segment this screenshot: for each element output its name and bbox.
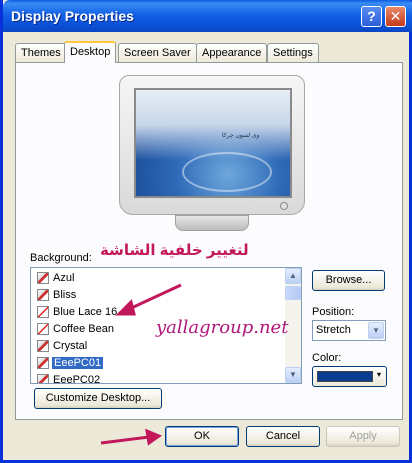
- power-led-icon: [280, 202, 288, 210]
- color-picker-button[interactable]: ▾: [312, 366, 387, 387]
- scroll-up-button[interactable]: ▲: [285, 268, 301, 284]
- preview-screen: وی لسون چرکا: [134, 88, 292, 198]
- arabic-annotation: لتغيير خلفية الشاشة: [100, 242, 249, 259]
- bitmap-icon: [37, 374, 49, 383]
- background-label: Background:: [30, 252, 92, 264]
- position-select[interactable]: Stretch ▾: [312, 320, 386, 341]
- preview-screen-text: وی لسون چرکا: [222, 133, 260, 139]
- window-title: Display Properties: [11, 8, 134, 24]
- tab-screen-saver[interactable]: Screen Saver: [118, 43, 197, 62]
- bitmap-icon: [37, 340, 49, 352]
- monitor-bezel: وی لسون چرکا: [119, 75, 305, 215]
- apply-button[interactable]: Apply: [326, 426, 400, 447]
- customize-desktop-button[interactable]: Customize Desktop...: [34, 388, 162, 409]
- color-swatch: [317, 371, 373, 382]
- watermark-text: yallagroup.net: [156, 317, 289, 338]
- help-button[interactable]: ?: [361, 6, 382, 27]
- tab-appearance[interactable]: Appearance: [196, 43, 268, 62]
- ok-button[interactable]: OK: [165, 426, 239, 447]
- list-item[interactable]: EeePC02: [33, 372, 285, 383]
- scroll-down-button[interactable]: ▼: [285, 367, 301, 383]
- close-button[interactable]: ✕: [385, 6, 406, 27]
- cancel-button[interactable]: Cancel: [246, 426, 320, 447]
- none-icon: [37, 323, 49, 335]
- chevron-down-icon[interactable]: ▾: [368, 322, 384, 339]
- browse-button[interactable]: Browse...: [312, 270, 385, 291]
- list-item-selected[interactable]: EeePC01: [33, 355, 285, 372]
- list-item[interactable]: Bliss: [33, 287, 285, 304]
- color-label: Color:: [312, 352, 342, 364]
- display-properties-window: Display Properties ? ✕ Themes Desktop Sc…: [0, 0, 412, 463]
- bitmap-icon: [37, 357, 49, 369]
- wallpaper-swirl: [182, 152, 272, 192]
- arrowhead-ok: [145, 428, 163, 446]
- monitor-preview: وی لسون چرکا: [119, 75, 305, 233]
- list-item[interactable]: Azul: [33, 270, 285, 287]
- tab-desktop[interactable]: Desktop: [64, 41, 117, 63]
- list-item[interactable]: Crystal: [33, 338, 285, 355]
- bitmap-icon: [37, 272, 49, 284]
- none-icon: [37, 306, 49, 318]
- desktop-tab-panel: وی لسون چرکا Background: لتغيير خلفية ال…: [15, 62, 403, 420]
- tab-themes[interactable]: Themes: [15, 43, 67, 62]
- tab-settings[interactable]: Settings: [267, 43, 319, 62]
- position-label: Position:: [312, 306, 355, 318]
- position-value: Stretch: [316, 324, 351, 336]
- bitmap-icon: [37, 289, 49, 301]
- arrow-to-ok: [100, 435, 150, 445]
- monitor-stand: [175, 215, 249, 231]
- dropdown-arrow-icon: ▾: [377, 370, 382, 379]
- title-bar[interactable]: Display Properties ? ✕: [3, 0, 412, 32]
- scroll-thumb[interactable]: [285, 286, 301, 300]
